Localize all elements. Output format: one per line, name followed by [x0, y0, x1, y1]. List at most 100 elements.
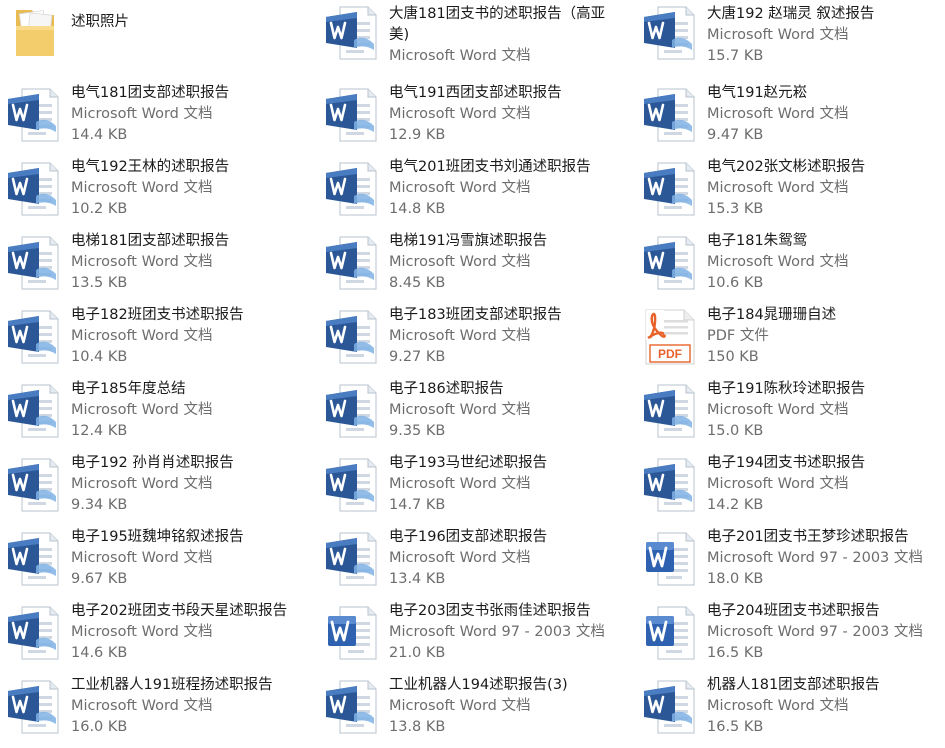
- file-item-5[interactable]: 电气191西团支部述职报告 Microsoft Word 文档 12.9 KB: [318, 82, 634, 156]
- file-size: 9.47 KB: [707, 127, 764, 143]
- file-type: Microsoft Word 文档: [707, 476, 849, 492]
- file-size: 21.0 KB: [389, 645, 446, 661]
- word-docx-icon: [642, 382, 696, 440]
- word-docx-icon: [642, 678, 696, 736]
- file-item-10[interactable]: 电梯181团支部述职报告 Microsoft Word 文档 13.5 KB: [0, 230, 316, 304]
- file-size: 16.0 KB: [71, 719, 128, 735]
- file-name: 工业机器人194述职报告(3): [389, 677, 568, 693]
- file-item-16[interactable]: 电子185年度总结 Microsoft Word 文档 12.4 KB: [0, 378, 316, 452]
- file-type: Microsoft Word 97 - 2003 文档: [707, 550, 923, 566]
- word-docx-icon: [6, 160, 60, 218]
- file-item-19[interactable]: 电子192 孙肖肖述职报告 Microsoft Word 文档 9.34 KB: [0, 452, 316, 526]
- word-docx-icon: [324, 86, 378, 144]
- file-item-21[interactable]: 电子194团支书述职报告 Microsoft Word 文档 14.2 KB: [636, 452, 945, 526]
- file-size: 14.4 KB: [71, 127, 128, 143]
- file-item-9[interactable]: 电气202张文彬述职报告 Microsoft Word 文档 15.3 KB: [636, 156, 945, 230]
- file-name: 电梯191冯雪旗述职报告: [389, 233, 548, 249]
- file-item-14[interactable]: 电子183班团支部述职报告 Microsoft Word 文档 9.27 KB: [318, 304, 634, 378]
- file-type: Microsoft Word 文档: [71, 624, 213, 640]
- pdf-icon: PDF: [642, 308, 696, 366]
- file-item-28[interactable]: 工业机器人191班程扬述职报告 Microsoft Word 文档 16.0 K…: [0, 674, 316, 748]
- word-docx-icon: [324, 530, 378, 588]
- file-item-27[interactable]: 电子204班团支书述职报告 Microsoft Word 97 - 2003 文…: [636, 600, 945, 674]
- file-size: 12.9 KB: [389, 127, 446, 143]
- file-type: Microsoft Word 文档: [71, 254, 213, 270]
- file-type: Microsoft Word 文档: [707, 180, 849, 196]
- file-name: 电气201班团支书刘通述职报告: [389, 159, 591, 175]
- file-item-3[interactable]: 大唐192 赵瑞灵 叙述报告 Microsoft Word 文档 15.7 KB: [636, 0, 945, 74]
- file-item-26[interactable]: 电子203团支书张雨佳述职报告 Microsoft Word 97 - 2003…: [318, 600, 634, 674]
- file-name: 电子196团支部述职报告: [389, 529, 548, 545]
- word-docx-icon: [324, 234, 378, 292]
- file-size: 12.4 KB: [71, 423, 128, 439]
- file-item-6[interactable]: 电气191赵元崧 Microsoft Word 文档 9.47 KB: [636, 82, 945, 156]
- word-docx-icon: [642, 234, 696, 292]
- file-size: 150 KB: [707, 349, 759, 365]
- file-size: 18.0 KB: [707, 571, 764, 587]
- word-docx-icon: [642, 4, 696, 62]
- file-name: 电子193马世纪述职报告: [389, 455, 548, 471]
- file-type: Microsoft Word 97 - 2003 文档: [707, 624, 923, 640]
- file-size: 9.34 KB: [71, 497, 128, 513]
- file-item-4[interactable]: 电气181团支部述职报告 Microsoft Word 文档 14.4 KB: [0, 82, 316, 156]
- file-type: Microsoft Word 文档: [707, 254, 849, 270]
- file-size: 15.3 KB: [707, 201, 764, 217]
- word-docx-icon: [642, 456, 696, 514]
- word-doc-icon: [324, 604, 378, 662]
- file-size: 13.8 KB: [389, 719, 446, 735]
- file-item-7[interactable]: 电气192王林的述职报告 Microsoft Word 文档 10.2 KB: [0, 156, 316, 230]
- word-docx-icon: [324, 4, 378, 62]
- word-docx-icon: [6, 456, 60, 514]
- word-docx-icon: [6, 86, 60, 144]
- word-doc-icon: [642, 604, 696, 662]
- file-item-17[interactable]: 电子186述职报告 Microsoft Word 文档 9.35 KB: [318, 378, 634, 452]
- file-item-13[interactable]: 电子182班团支书述职报告 Microsoft Word 文档 10.4 KB: [0, 304, 316, 378]
- file-name: 工业机器人191班程扬述职报告: [71, 677, 273, 693]
- file-name: 电气191赵元崧: [707, 85, 808, 101]
- file-item-25[interactable]: 电子202班团支书段天星述职报告 Microsoft Word 文档 14.6 …: [0, 600, 316, 674]
- file-name: 电子194团支书述职报告: [707, 455, 866, 471]
- file-size: 9.35 KB: [389, 423, 446, 439]
- file-type: Microsoft Word 文档: [71, 106, 213, 122]
- file-name: 电子183班团支部述职报告: [389, 307, 562, 323]
- file-item-11[interactable]: 电梯191冯雪旗述职报告 Microsoft Word 文档 8.45 KB: [318, 230, 634, 304]
- file-name: 电子192 孙肖肖述职报告: [71, 455, 234, 471]
- file-item-30[interactable]: 机器人181团支部述职报告 Microsoft Word 文档 16.5 KB: [636, 674, 945, 748]
- file-size: 14.6 KB: [71, 645, 128, 661]
- file-size: 10.2 KB: [71, 201, 128, 217]
- word-docx-icon: [324, 678, 378, 736]
- file-name: 电子184晁珊珊自述: [707, 307, 837, 323]
- file-name: 电子185年度总结: [71, 381, 186, 397]
- word-docx-icon: [642, 86, 696, 144]
- file-item-2[interactable]: 大唐181团支书的述职报告（高亚美) Microsoft Word 文档: [318, 0, 634, 74]
- file-size: 14.8 KB: [389, 201, 446, 217]
- file-item-18[interactable]: 电子191陈秋玲述职报告 Microsoft Word 文档 15.0 KB: [636, 378, 945, 452]
- file-type: Microsoft Word 文档: [389, 698, 531, 714]
- file-name: 电子191陈秋玲述职报告: [707, 381, 866, 397]
- file-item-23[interactable]: 电子196团支部述职报告 Microsoft Word 文档 13.4 KB: [318, 526, 634, 600]
- file-name: 电子201团支书王梦珍述职报告: [707, 529, 909, 545]
- file-type: Microsoft Word 文档: [389, 254, 531, 270]
- word-docx-icon: [324, 308, 378, 366]
- file-name: 电子202班团支书段天星述职报告: [71, 603, 288, 619]
- file-item-8[interactable]: 电气201班团支书刘通述职报告 Microsoft Word 文档 14.8 K…: [318, 156, 634, 230]
- file-name: 大唐192 赵瑞灵 叙述报告: [707, 6, 875, 22]
- file-type: Microsoft Word 文档: [707, 698, 849, 714]
- file-type: Microsoft Word 文档: [389, 106, 531, 122]
- file-item-20[interactable]: 电子193马世纪述职报告 Microsoft Word 文档 14.7 KB: [318, 452, 634, 526]
- file-type: Microsoft Word 文档: [71, 180, 213, 196]
- file-size: 14.2 KB: [707, 497, 764, 513]
- file-item-12[interactable]: 电子181朱鸳鸳 Microsoft Word 文档 10.6 KB: [636, 230, 945, 304]
- file-type: Microsoft Word 文档: [389, 402, 531, 418]
- file-type: Microsoft Word 文档: [389, 328, 531, 344]
- file-item-15[interactable]: PDF 电子184晁珊珊自述 PDF 文件 150 KB: [636, 304, 945, 378]
- file-size: 16.5 KB: [707, 719, 764, 735]
- file-item-1[interactable]: 述职照片: [0, 0, 316, 74]
- file-item-29[interactable]: 工业机器人194述职报告(3) Microsoft Word 文档 13.8 K…: [318, 674, 634, 748]
- file-item-24[interactable]: 电子201团支书王梦珍述职报告 Microsoft Word 97 - 2003…: [636, 526, 945, 600]
- file-size: 10.6 KB: [707, 275, 764, 291]
- file-item-22[interactable]: 电子195班魏坤铭叙述报告 Microsoft Word 文档 9.67 KB: [0, 526, 316, 600]
- file-type: PDF 文件: [707, 328, 769, 344]
- file-grid: 述职照片 大唐181团支书的述职报告（高亚美) Microsoft Word 文…: [0, 0, 945, 743]
- file-type: Microsoft Word 文档: [389, 476, 531, 492]
